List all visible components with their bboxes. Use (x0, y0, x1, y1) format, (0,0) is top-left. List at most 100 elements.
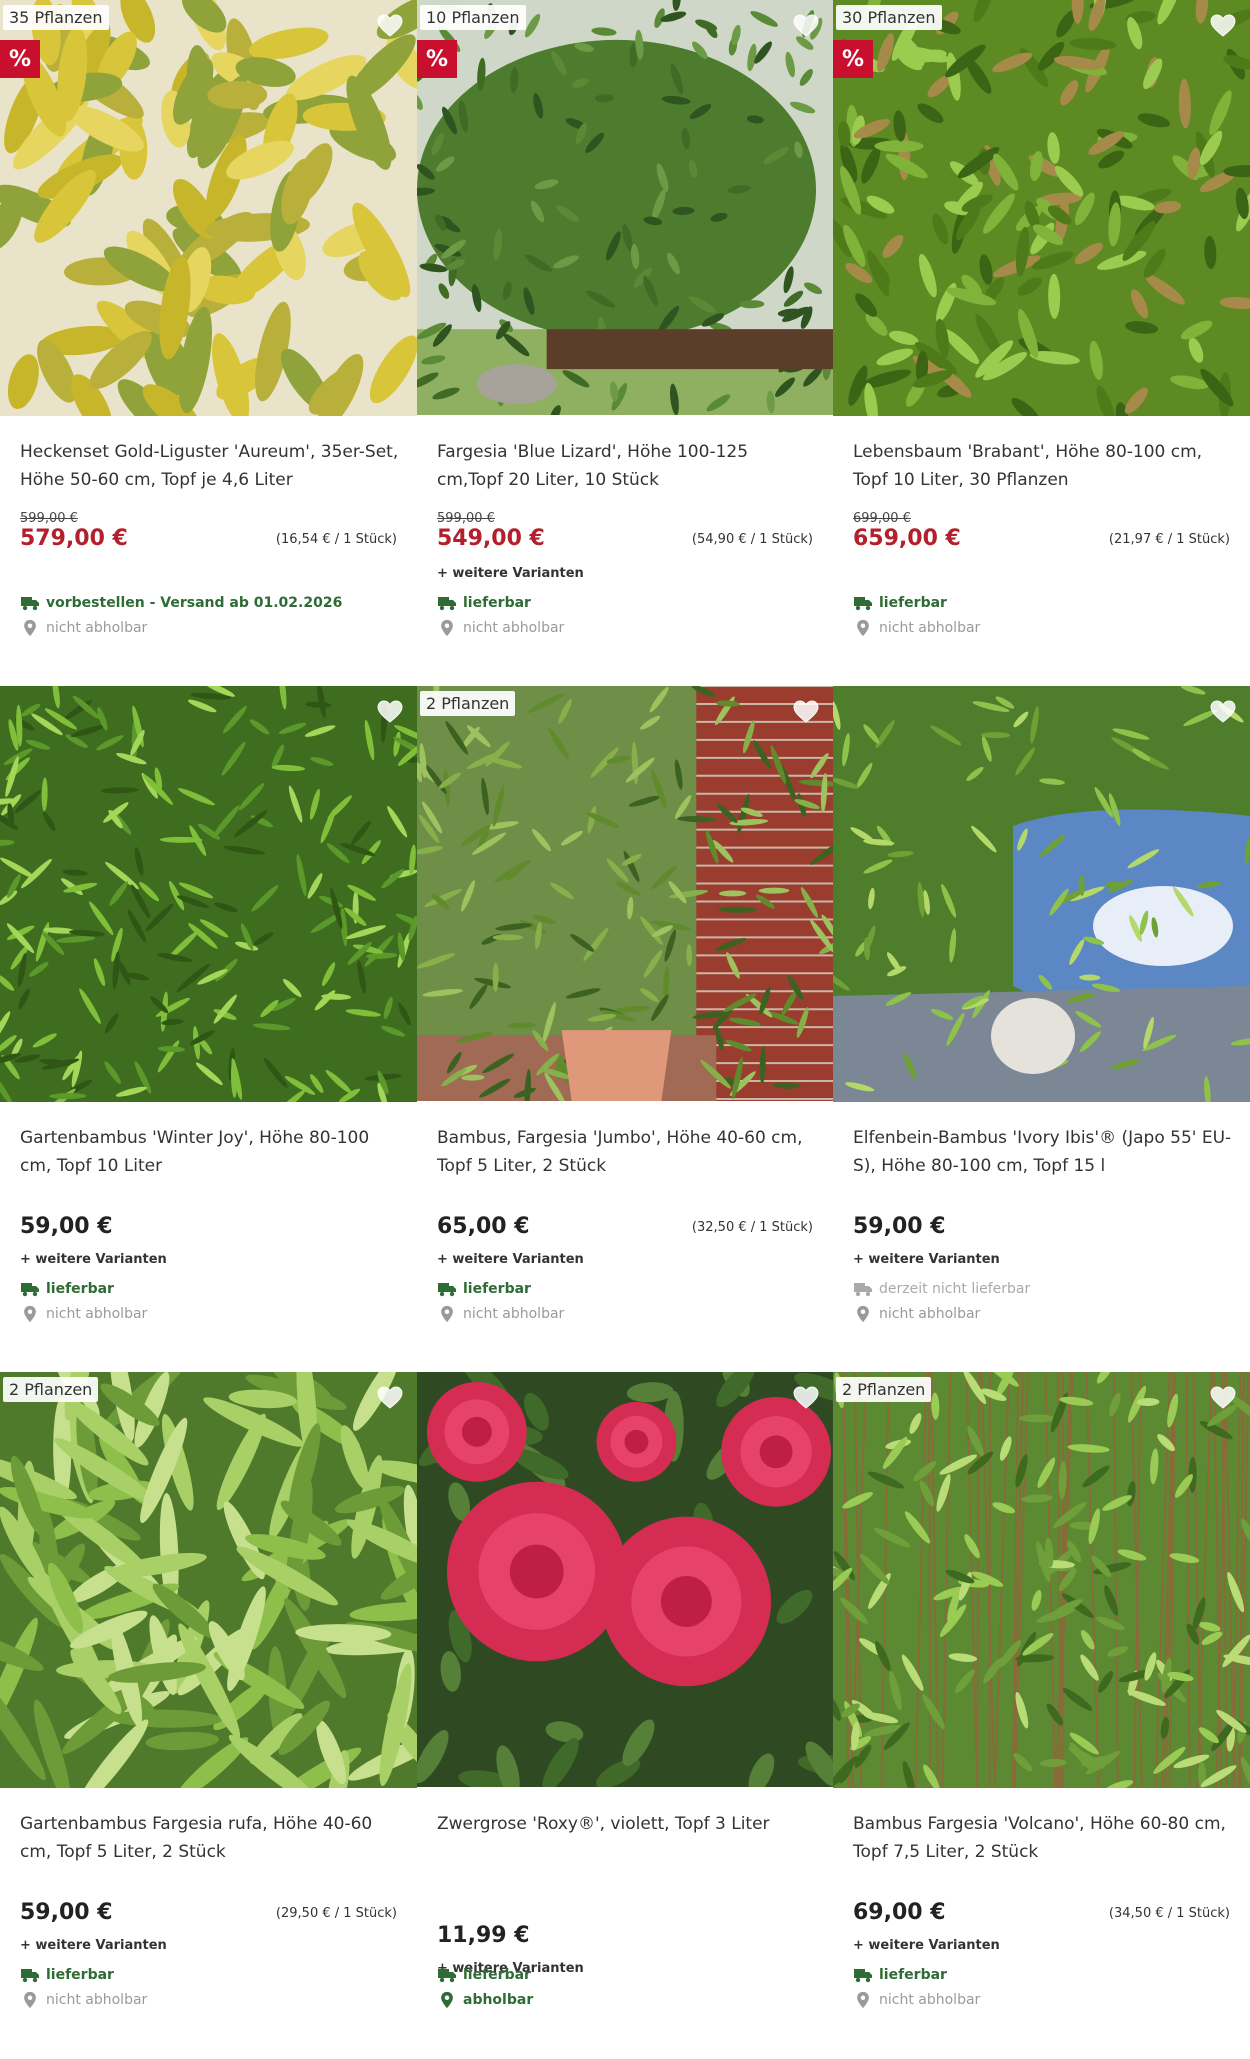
truck-icon (438, 1283, 456, 1297)
unit-price: (34,50 € / 1 Stück) (1108, 1906, 1230, 1921)
wishlist-heart-icon[interactable] (377, 14, 403, 38)
product-card-8[interactable]: Zwergrose 'Roxy®', violett, Topf 3 Liter… (417, 1372, 833, 2058)
product-title[interactable]: Heckenset Gold-Liguster 'Aureum', 35er-S… (20, 438, 401, 494)
truck-icon (21, 597, 39, 611)
wishlist-heart-icon[interactable] (793, 700, 819, 724)
product-info: Bambus Fargesia 'Volcano', Höhe 60-80 cm… (833, 1788, 1250, 2058)
product-photo (417, 0, 833, 415)
product-info: Bambus, Fargesia 'Jumbo', Höhe 40-60 cm,… (417, 1102, 833, 1372)
pickup-label: nicht abholbar (463, 620, 565, 636)
product-image[interactable] (417, 1372, 833, 1788)
quantity-badge: 10 Pflanzen (420, 5, 526, 30)
location-pin-icon (441, 1991, 453, 2009)
price: 659,00 € (853, 526, 961, 551)
pickup-label: nicht abholbar (879, 620, 981, 636)
pickup-label: nicht abholbar (879, 1306, 981, 1322)
product-image[interactable]: 30 Pflanzen % (833, 0, 1250, 416)
location-pin-icon (24, 1991, 36, 2009)
product-card-6[interactable]: Elfenbein-Bambus 'Ivory Ibis'® (Japo 55'… (833, 686, 1250, 1372)
product-card-3[interactable]: 30 Pflanzen % Lebensbaum 'Brabant', Höhe… (833, 0, 1250, 686)
product-card-5[interactable]: 2 Pflanzen Bambus, Fargesia 'Jumbo', Höh… (417, 686, 833, 1372)
product-card-4[interactable]: Gartenbambus 'Winter Joy', Höhe 80-100 c… (0, 686, 417, 1372)
more-variants-link[interactable]: + weitere Varianten (853, 1252, 1000, 1267)
old-price: 699,00 € (853, 511, 911, 526)
delivery-status: derzeit nicht lieferbar (853, 1280, 1030, 1298)
product-image[interactable] (833, 686, 1250, 1102)
delivery-status: lieferbar (853, 1966, 947, 1984)
price: 69,00 € (853, 1900, 946, 1925)
pickup-status: nicht abholbar (853, 619, 980, 637)
product-photo (0, 686, 417, 1102)
more-variants-link[interactable]: + weitere Varianten (437, 1252, 584, 1267)
sale-badge: % (0, 40, 40, 78)
delivery-status: vorbestellen - Versand ab 01.02.2026 (20, 594, 342, 612)
unit-price: (54,90 € / 1 Stück) (691, 532, 813, 547)
delivery-label: lieferbar (463, 1967, 531, 1983)
delivery-label: lieferbar (46, 1281, 114, 1297)
truck-icon (21, 1969, 39, 1983)
location-pin-icon (24, 1305, 36, 1323)
quantity-badge: 2 Pflanzen (420, 691, 516, 716)
wishlist-heart-icon[interactable] (377, 700, 403, 724)
wishlist-heart-icon[interactable] (1210, 1386, 1236, 1410)
product-info: Heckenset Gold-Liguster 'Aureum', 35er-S… (0, 416, 417, 686)
truck-icon (854, 597, 872, 611)
product-card-7[interactable]: 2 Pflanzen Gartenbambus Fargesia rufa, H… (0, 1372, 417, 2058)
wishlist-heart-icon[interactable] (1210, 700, 1236, 724)
delivery-status: lieferbar (853, 594, 947, 612)
pickup-status: nicht abholbar (20, 1991, 147, 2009)
price: 579,00 € (20, 526, 128, 551)
wishlist-heart-icon[interactable] (793, 14, 819, 38)
product-image[interactable]: 2 Pflanzen (0, 1372, 417, 1788)
product-image[interactable]: 35 Pflanzen % (0, 0, 417, 416)
price: 11,99 € (437, 1923, 530, 1948)
wishlist-heart-icon[interactable] (793, 1386, 819, 1410)
product-photo (833, 0, 1250, 416)
product-title[interactable]: Fargesia 'Blue Lizard', Höhe 100-125 cm,… (437, 438, 817, 494)
quantity-badge: 2 Pflanzen (3, 1377, 99, 1402)
delivery-label: lieferbar (879, 1967, 947, 1983)
product-card-9[interactable]: 2 Pflanzen Bambus Fargesia 'Volcano', Hö… (833, 1372, 1250, 2058)
pickup-status: nicht abholbar (20, 1305, 147, 1323)
truck-icon (438, 597, 456, 611)
pickup-status: abholbar (437, 1991, 533, 2009)
wishlist-heart-icon[interactable] (377, 1386, 403, 1410)
product-title[interactable]: Bambus, Fargesia 'Jumbo', Höhe 40-60 cm,… (437, 1124, 817, 1180)
product-title[interactable]: Elfenbein-Bambus 'Ivory Ibis'® (Japo 55'… (853, 1124, 1234, 1180)
price: 65,00 € (437, 1214, 530, 1239)
more-variants-link[interactable]: + weitere Varianten (437, 566, 584, 581)
pickup-status: nicht abholbar (437, 619, 564, 637)
quantity-badge: 30 Pflanzen (836, 5, 942, 30)
more-variants-link[interactable]: + weitere Varianten (20, 1938, 167, 1953)
product-image[interactable]: 2 Pflanzen (417, 686, 833, 1102)
product-title[interactable]: Lebensbaum 'Brabant', Höhe 80-100 cm, To… (853, 438, 1234, 494)
product-image[interactable]: 2 Pflanzen (833, 1372, 1250, 1788)
product-title[interactable]: Bambus Fargesia 'Volcano', Höhe 60-80 cm… (853, 1810, 1234, 1866)
product-image[interactable] (0, 686, 417, 1102)
pickup-label: nicht abholbar (46, 1306, 148, 1322)
sale-badge: % (417, 40, 457, 78)
more-variants-link[interactable]: + weitere Varianten (20, 1252, 167, 1267)
delivery-label: lieferbar (879, 595, 947, 611)
delivery-label: derzeit nicht lieferbar (879, 1281, 1031, 1297)
product-title[interactable]: Gartenbambus Fargesia rufa, Höhe 40-60 c… (20, 1810, 401, 1866)
product-title[interactable]: Gartenbambus 'Winter Joy', Höhe 80-100 c… (20, 1124, 401, 1180)
delivery-label: vorbestellen - Versand ab 01.02.2026 (46, 595, 343, 611)
delivery-status: lieferbar (437, 1966, 531, 1984)
location-pin-icon (857, 1991, 869, 2009)
pickup-label: nicht abholbar (46, 620, 148, 636)
product-title[interactable]: Zwergrose 'Roxy®', violett, Topf 3 Liter (437, 1810, 817, 1838)
truck-icon (21, 1283, 39, 1297)
delivery-status: lieferbar (437, 594, 531, 612)
more-variants-link[interactable]: + weitere Varianten (853, 1938, 1000, 1953)
product-card-1[interactable]: 35 Pflanzen % Heckenset Gold-Liguster 'A… (0, 0, 417, 686)
delivery-label: lieferbar (463, 595, 531, 611)
old-price: 599,00 € (437, 511, 495, 526)
location-pin-icon (441, 1305, 453, 1323)
quantity-badge: 2 Pflanzen (836, 1377, 932, 1402)
delivery-status: lieferbar (20, 1280, 114, 1298)
pickup-label: abholbar (463, 1992, 534, 2008)
product-card-2[interactable]: 10 Pflanzen % Fargesia 'Blue Lizard', Hö… (417, 0, 833, 686)
wishlist-heart-icon[interactable] (1210, 14, 1236, 38)
product-image[interactable]: 10 Pflanzen % (417, 0, 833, 416)
